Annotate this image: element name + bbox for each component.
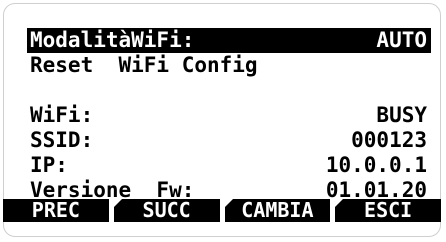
softkey-notch	[223, 199, 233, 208]
wifi-status-label: WiFi:	[30, 103, 94, 127]
softkey-notch	[334, 199, 344, 208]
wifi-mode-label: ModalitàWiFi:	[30, 28, 195, 52]
change-softkey[interactable]: CAMBIA	[223, 198, 336, 222]
wifi-status-value: BUSY	[376, 103, 427, 127]
softkey-bar: PREC SUCC CAMBIA ESCI	[3, 199, 441, 222]
prev-softkey-label: PREC	[31, 198, 80, 222]
exit-softkey[interactable]: ESCI	[334, 198, 441, 222]
blank-row	[30, 78, 427, 103]
menu-row-wifi-mode[interactable]: ModalitàWiFi: AUTO	[27, 28, 431, 53]
wifi-mode-value: AUTO	[376, 28, 427, 52]
exit-softkey-label: ESCI	[364, 198, 413, 222]
reset-wifi-config-label: Reset WiFi Config	[30, 53, 258, 77]
info-row-wifi-status: WiFi: BUSY	[30, 103, 427, 128]
ip-label: IP:	[30, 153, 68, 177]
next-softkey-label: SUCC	[142, 198, 191, 222]
next-softkey[interactable]: SUCC	[112, 198, 225, 222]
prev-softkey[interactable]: PREC	[3, 199, 114, 222]
ip-value: 10.0.0.1	[325, 153, 427, 177]
ssid-label: SSID:	[30, 128, 94, 152]
info-row-ip: IP: 10.0.0.1	[30, 153, 427, 178]
change-softkey-label: CAMBIA	[241, 198, 314, 222]
info-row-ssid: SSID: 000123	[30, 128, 427, 153]
lcd-screen: ModalitàWiFi: AUTO Reset WiFi Config WiF…	[27, 28, 431, 203]
softkey-notch	[112, 199, 122, 208]
ssid-value: 000123	[351, 128, 427, 152]
menu-row-reset-wifi-config[interactable]: Reset WiFi Config	[30, 53, 427, 78]
